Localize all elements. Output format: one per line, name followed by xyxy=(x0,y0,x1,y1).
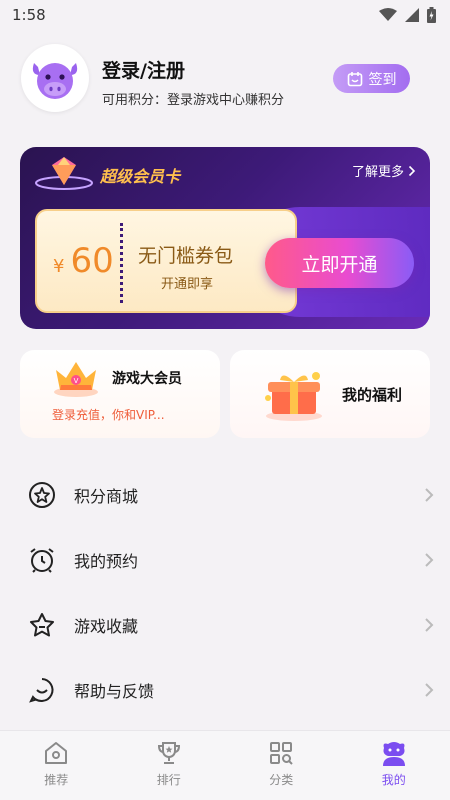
game-member-title: 游戏大会员 xyxy=(112,371,182,387)
my-welfare-title: 我的福利 xyxy=(342,386,403,404)
status-bar: 1:58 xyxy=(0,0,450,30)
crown-icon: V xyxy=(54,362,98,397)
calendar-icon xyxy=(347,71,362,86)
bottom-nav: 推荐 排行 分类 我的 xyxy=(0,730,450,800)
menu-item-points-mall[interactable]: 积分商城 xyxy=(0,465,450,525)
tab-label: 分类 xyxy=(269,773,294,787)
smile-chat-icon xyxy=(28,676,56,704)
signin-button[interactable]: 签到 xyxy=(333,64,410,93)
tab-label: 推荐 xyxy=(44,773,69,787)
battery-icon xyxy=(427,7,436,23)
tab-category[interactable]: 分类 xyxy=(225,731,338,800)
menu-item-my-reservations[interactable]: 我的预约 xyxy=(0,530,450,590)
chevron-right-icon xyxy=(408,165,416,176)
chevron-right-icon xyxy=(425,553,434,567)
coupon-package-name: 无门槛券包 xyxy=(138,245,234,267)
gift-icon xyxy=(265,372,322,421)
my-welfare-card[interactable]: 我的福利 xyxy=(230,350,430,438)
star-circle-icon xyxy=(28,481,56,509)
star-outline-icon xyxy=(28,611,56,639)
points-hint: 登录游戏中心赚积分 xyxy=(167,93,285,108)
signal-icon xyxy=(405,8,419,22)
coupon-ticket: ¥ 60 无门槛券包 开通即享 xyxy=(35,209,297,313)
currency-symbol: ¥ xyxy=(53,256,65,277)
chevron-right-icon xyxy=(425,488,434,502)
svg-text:V: V xyxy=(74,377,79,385)
login-register-link[interactable]: 登录/注册 xyxy=(102,56,185,83)
tab-label: 排行 xyxy=(156,773,181,787)
price-value: 60 xyxy=(70,241,114,281)
menu-label: 游戏收藏 xyxy=(74,617,139,636)
menu-item-help-feedback[interactable]: 帮助与反馈 xyxy=(0,660,450,720)
category-grid-icon xyxy=(270,742,293,765)
ticket-perforation xyxy=(120,223,123,303)
home-icon xyxy=(45,742,68,764)
coupon-package-hint: 开通即享 xyxy=(161,277,214,292)
tab-label: 我的 xyxy=(381,773,406,787)
learn-more-link[interactable]: 了解更多 xyxy=(352,161,416,180)
learn-more-label: 了解更多 xyxy=(351,165,404,180)
alarm-clock-icon xyxy=(28,546,56,574)
menu-label: 帮助与反馈 xyxy=(74,682,155,701)
open-now-button[interactable]: 立即开通 xyxy=(265,238,414,288)
tab-ranking[interactable]: 排行 xyxy=(113,731,226,800)
points-line: 可用积分： 登录游戏中心赚积分 xyxy=(102,89,284,108)
coupon-price: ¥ 60 xyxy=(53,241,114,281)
points-label: 可用积分： xyxy=(102,93,168,108)
avatar[interactable] xyxy=(21,44,89,112)
menu-label: 我的预约 xyxy=(74,552,139,571)
menu-item-game-favorites[interactable]: 游戏收藏 xyxy=(0,595,450,655)
diamond-crown-icon xyxy=(35,157,93,190)
cow-avatar-icon xyxy=(32,63,78,99)
tab-mine[interactable]: 我的 xyxy=(338,731,450,800)
vip-title: 超级会员卡 xyxy=(100,167,181,186)
game-member-card[interactable]: V 游戏大会员 登录充值，你和VIP... xyxy=(20,350,220,438)
tab-recommend[interactable]: 推荐 xyxy=(0,731,113,800)
profile-icon xyxy=(382,742,405,766)
game-member-subtitle: 登录充值，你和VIP... xyxy=(52,408,165,422)
status-time: 1:58 xyxy=(12,6,46,24)
menu-label: 积分商城 xyxy=(74,487,139,506)
status-icons xyxy=(379,7,436,23)
trophy-icon xyxy=(157,742,180,764)
chevron-right-icon xyxy=(425,683,434,697)
wifi-icon xyxy=(379,8,397,21)
chevron-right-icon xyxy=(425,618,434,632)
signin-label: 签到 xyxy=(368,71,397,88)
